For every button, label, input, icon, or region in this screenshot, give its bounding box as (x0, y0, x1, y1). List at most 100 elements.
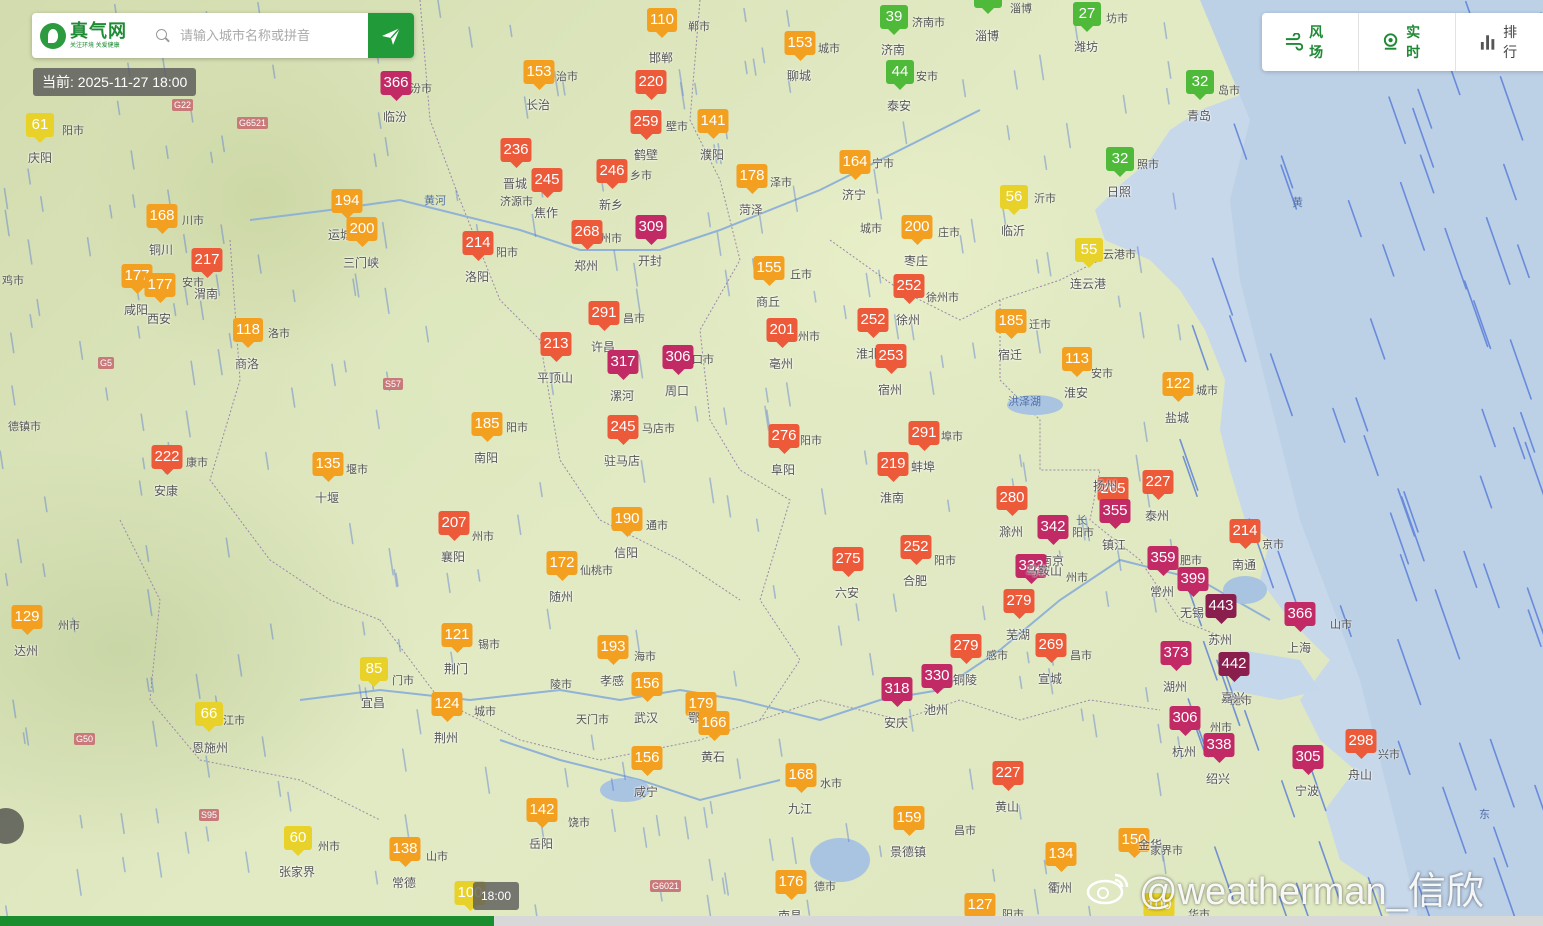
aqi-marker[interactable]: 166 (698, 711, 730, 741)
aqi-marker[interactable]: 156 (631, 746, 663, 776)
aqi-marker[interactable]: 373 (1160, 641, 1192, 671)
locate-button[interactable] (368, 13, 414, 58)
aqi-marker[interactable]: 245 (607, 415, 639, 445)
aqi-marker[interactable]: 118 (233, 318, 263, 348)
aqi-marker[interactable]: 134 (1045, 842, 1077, 872)
timeline-handle[interactable]: 18:00 (473, 882, 519, 910)
aqi-marker[interactable]: 338 (1203, 733, 1235, 763)
wind-field-button[interactable]: 风场 (1262, 13, 1359, 71)
aqi-marker[interactable]: 113 (1062, 347, 1092, 377)
aqi-marker[interactable]: 259 (630, 110, 662, 140)
aqi-marker[interactable]: 56 (1000, 185, 1028, 215)
aqi-marker[interactable]: 276 (768, 424, 800, 454)
aqi-marker[interactable]: 201 (766, 318, 798, 348)
aqi-marker[interactable]: 44 (886, 60, 914, 90)
aqi-marker[interactable]: 217 (191, 248, 223, 278)
aqi-marker[interactable]: 164 (839, 150, 871, 180)
aqi-marker[interactable]: 60 (284, 826, 312, 856)
aqi-marker[interactable]: 200 (346, 217, 378, 247)
aqi-marker[interactable]: 342 (1037, 515, 1069, 545)
aqi-marker[interactable]: 127 (964, 893, 996, 923)
aqi-marker[interactable]: 252 (900, 535, 932, 565)
aqi-marker[interactable]: 268 (571, 220, 603, 250)
aqi-marker[interactable]: 291 (588, 301, 620, 331)
aqi-marker[interactable]: 55 (1075, 238, 1103, 268)
aqi-marker[interactable]: 330 (921, 664, 953, 694)
aqi-marker[interactable]: 219 (877, 452, 909, 482)
aqi-marker[interactable]: 309 (635, 215, 667, 245)
aqi-marker[interactable]: 200 (901, 215, 933, 245)
aqi-marker[interactable]: 207 (438, 511, 470, 541)
aqi-marker[interactable]: 214 (1229, 519, 1261, 549)
aqi-marker[interactable]: 122 (1162, 372, 1194, 402)
aqi-marker[interactable]: 318 (881, 677, 913, 707)
aqi-marker[interactable]: 159 (893, 806, 925, 836)
aqi-marker[interactable]: 442 (1218, 652, 1250, 682)
aqi-marker[interactable]: 220 (635, 70, 667, 100)
aqi-marker[interactable]: 279 (1003, 589, 1035, 619)
aqi-marker[interactable]: 39 (880, 5, 908, 35)
aqi-marker[interactable]: 141 (697, 109, 729, 139)
aqi-marker[interactable]: 194 (331, 189, 363, 219)
aqi-marker[interactable]: 443 (1205, 594, 1237, 624)
aqi-marker[interactable]: 155 (753, 256, 785, 286)
aqi-marker[interactable]: 306 (662, 345, 694, 375)
aqi-marker[interactable]: 275 (832, 547, 864, 577)
aqi-marker[interactable]: 177 (144, 273, 176, 303)
aqi-marker[interactable]: 178 (736, 164, 768, 194)
aqi-marker[interactable]: 185 (471, 412, 503, 442)
search-input[interactable] (178, 27, 370, 44)
aqi-marker[interactable]: 252 (893, 274, 925, 304)
aqi-marker[interactable]: 359 (1147, 546, 1179, 576)
aqi-marker[interactable]: 156 (631, 672, 663, 702)
aqi-marker[interactable]: 279 (950, 634, 982, 664)
aqi-marker[interactable]: 366 (1284, 602, 1316, 632)
aqi-marker[interactable]: 168 (785, 763, 817, 793)
aqi-marker[interactable]: 291 (908, 421, 940, 451)
aqi-marker[interactable]: 227 (992, 761, 1024, 791)
aqi-marker[interactable]: 66 (195, 702, 223, 732)
aqi-marker[interactable]: 61 (26, 113, 54, 143)
aqi-marker[interactable]: 135 (312, 452, 344, 482)
site-logo[interactable]: 真气网 关注环境 关爱健康 (32, 13, 150, 58)
aqi-marker[interactable]: 222 (151, 445, 183, 475)
aqi-marker[interactable]: 85 (360, 657, 388, 687)
aqi-marker[interactable]: 138 (389, 837, 421, 867)
aqi-marker[interactable]: 317 (607, 350, 639, 380)
aqi-marker[interactable]: 246 (596, 159, 628, 189)
aqi-marker[interactable]: 214 (462, 231, 494, 261)
aqi-marker[interactable]: 27 (1073, 2, 1101, 32)
aqi-marker[interactable]: 176 (775, 870, 807, 900)
aqi-marker[interactable]: 298 (1345, 729, 1377, 759)
aqi-marker[interactable]: 245 (531, 168, 563, 198)
aqi-marker[interactable]: 153 (784, 31, 816, 61)
aqi-marker[interactable]: 124 (431, 692, 463, 722)
aqi-marker[interactable]: 185 (995, 309, 1027, 339)
aqi-marker[interactable]: 252 (857, 308, 889, 338)
timeline-bar[interactable] (0, 916, 1543, 926)
aqi-marker[interactable]: 355 (1099, 499, 1131, 529)
ranking-button[interactable]: 排行 (1456, 13, 1543, 71)
aqi-marker[interactable]: 366 (380, 71, 412, 101)
aqi-marker[interactable]: 236 (500, 138, 532, 168)
aqi-marker[interactable]: 32 (1106, 147, 1134, 177)
aqi-marker[interactable]: 31 (974, 0, 1002, 14)
aqi-marker[interactable]: 142 (526, 798, 558, 828)
aqi-marker[interactable]: 190 (611, 507, 643, 537)
aqi-marker[interactable]: 32 (1186, 70, 1214, 100)
aqi-marker[interactable]: 305 (1292, 745, 1324, 775)
aqi-marker[interactable]: 193 (597, 635, 629, 665)
aqi-marker[interactable]: 306 (1169, 706, 1201, 736)
aqi-marker[interactable]: 253 (875, 344, 907, 374)
realtime-button[interactable]: 实时 (1359, 13, 1456, 71)
aqi-marker[interactable]: 227 (1142, 470, 1174, 500)
aqi-marker[interactable]: 110 (647, 8, 677, 38)
aqi-marker[interactable]: 121 (441, 623, 473, 653)
aqi-marker[interactable]: 269 (1035, 633, 1067, 663)
aqi-marker[interactable]: 213 (540, 332, 572, 362)
aqi-marker[interactable]: 280 (996, 486, 1028, 516)
aqi-marker[interactable]: 153 (523, 60, 555, 90)
aqi-marker[interactable]: 399 (1177, 567, 1209, 597)
aqi-marker[interactable]: 172 (546, 551, 578, 581)
aqi-marker[interactable]: 168 (146, 204, 178, 234)
